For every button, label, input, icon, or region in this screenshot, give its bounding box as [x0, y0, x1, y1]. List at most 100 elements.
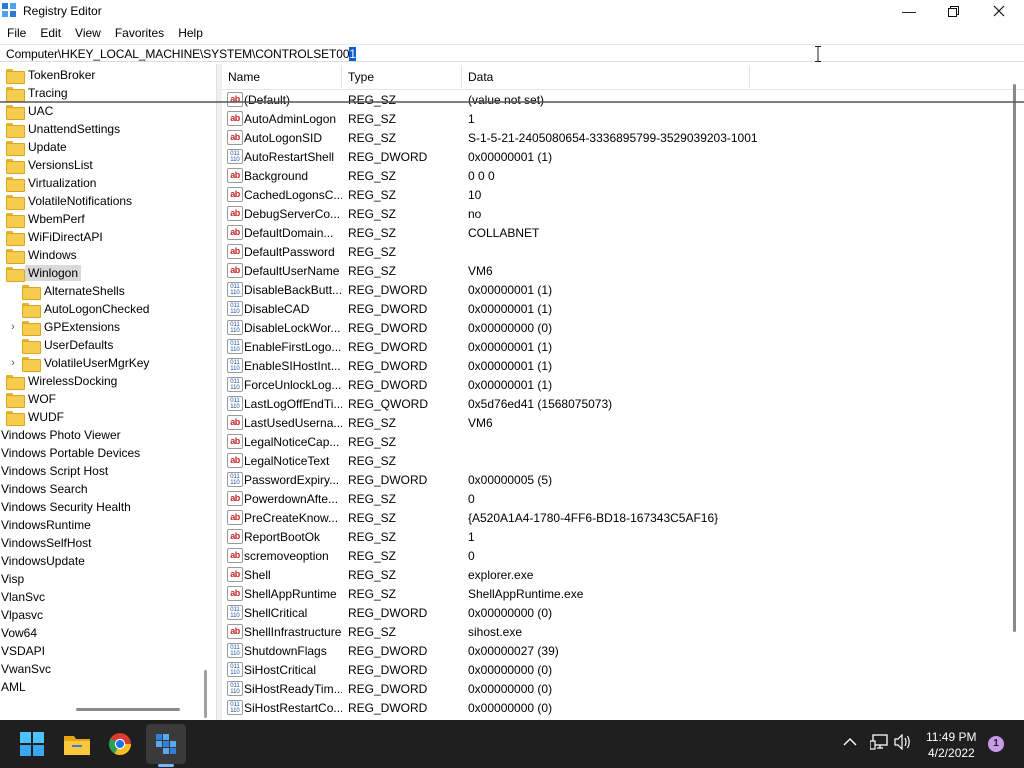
tree-item[interactable]: Vindows Photo Viewer: [1, 426, 121, 444]
tree-item[interactable]: VindowsSelfHost: [1, 534, 92, 552]
column-header-data[interactable]: Data: [468, 70, 493, 84]
clock-date[interactable]: 4/2/2022: [928, 746, 975, 760]
tree-item[interactable]: WiFiDirectAPI: [6, 228, 103, 246]
tree-item[interactable]: Virtualization: [6, 174, 96, 192]
tree-item[interactable]: › GPExtensions: [11, 318, 120, 336]
value-row[interactable]: 011 110 ShutdownFlags REG_DWORD 0x00000027 (…: [222, 641, 1012, 660]
tree-item[interactable]: Update: [6, 138, 67, 156]
tree-item[interactable]: VindowsRuntime: [1, 516, 91, 534]
expand-chevron-icon[interactable]: ›: [8, 357, 18, 369]
values-list-pane[interactable]: Name Type Data ab (Default) REG_SZ (value n…: [222, 64, 1024, 720]
column-header-name[interactable]: Name: [228, 70, 260, 84]
tree-item[interactable]: WUDF: [6, 408, 64, 426]
tree-item[interactable]: Winlogon: [6, 264, 82, 282]
value-row[interactable]: 011 110 SiHostReadyTim... REG_DWORD 0x000000…: [222, 679, 1012, 698]
column-divider[interactable]: [341, 66, 342, 88]
tree-item[interactable]: UnattendSettings: [6, 120, 120, 138]
address-bar[interactable]: Computer\HKEY_LOCAL_MACHINE\SYSTEM\CONTR…: [0, 44, 1024, 62]
list-vertical-scrollbar[interactable]: [1013, 84, 1016, 632]
tree-item[interactable]: Vindows Portable Devices: [1, 444, 140, 462]
menu-help[interactable]: Help: [171, 24, 210, 42]
address-path[interactable]: Computer\HKEY_LOCAL_MACHINE\SYSTEM\CONTR…: [6, 47, 356, 61]
key-tree-pane[interactable]: TokenBroker Tracing UAC UnattendSettings Upd…: [0, 64, 216, 720]
network-button[interactable]: [869, 734, 888, 753]
value-row[interactable]: 011 110 LastLogOffEndTi... REG_QWORD 0x5d76e…: [222, 394, 1012, 413]
tree-horizontal-scrollbar[interactable]: [76, 708, 180, 711]
value-row[interactable]: 011 110 EnableSIHostInt... REG_DWORD 0x00000…: [222, 356, 1012, 375]
value-row[interactable]: ab LastUsedUserna... REG_SZ VM6: [222, 413, 1012, 432]
value-row[interactable]: ab LegalNoticeText REG_SZ: [222, 451, 1012, 470]
value-row[interactable]: ab ReportBootOk REG_SZ 1: [222, 527, 1012, 546]
value-row[interactable]: ab (Default) REG_SZ (value not set): [222, 90, 1012, 109]
tree-item[interactable]: Windows: [6, 246, 77, 264]
value-row[interactable]: 011 110 EnableFirstLogo... REG_DWORD 0x00000…: [222, 337, 1012, 356]
tree-item[interactable]: VolatileNotifications: [6, 192, 132, 210]
value-row[interactable]: ab scremoveoption REG_SZ 0: [222, 546, 1012, 565]
tree-item[interactable]: VindowsUpdate: [1, 552, 85, 570]
start-button[interactable]: [16, 728, 48, 760]
tree-item[interactable]: VwanSvc: [1, 660, 51, 678]
value-row[interactable]: 011 110 PasswordExpiry... REG_DWORD 0x000000…: [222, 470, 1012, 489]
value-row[interactable]: 011 110 DisableBackButt... REG_DWORD 0x00000…: [222, 280, 1012, 299]
tree-item[interactable]: AutoLogonChecked: [22, 300, 149, 318]
value-row[interactable]: 011 110 SiHostRestartCo... REG_DWORD 0x00000…: [222, 698, 1012, 717]
column-divider[interactable]: [749, 66, 750, 88]
expand-chevron-icon[interactable]: ›: [8, 321, 18, 333]
tree-item[interactable]: VersionsList: [6, 156, 93, 174]
tree-item[interactable]: Tracing: [6, 84, 68, 102]
value-row[interactable]: ab LegalNoticeCap... REG_SZ: [222, 432, 1012, 451]
clock-time[interactable]: 11:49 PM: [926, 730, 976, 744]
menu-file[interactable]: File: [0, 24, 33, 42]
value-row[interactable]: ab DefaultUserName REG_SZ VM6: [222, 261, 1012, 280]
tree-item[interactable]: Vow64: [1, 624, 37, 642]
value-row[interactable]: ab AutoAdminLogon REG_SZ 1: [222, 109, 1012, 128]
close-button[interactable]: [976, 0, 1022, 22]
value-row[interactable]: ab ShellAppRuntime REG_SZ ShellAppRuntime.e…: [222, 584, 1012, 603]
tree-item[interactable]: WbemPerf: [6, 210, 85, 228]
value-row[interactable]: 011 110 ShellCritical REG_DWORD 0x00000000 (…: [222, 603, 1012, 622]
menu-edit[interactable]: Edit: [33, 24, 68, 42]
tree-item[interactable]: WOF: [6, 390, 56, 408]
column-divider[interactable]: [461, 66, 462, 88]
taskbar-registry-editor[interactable]: [150, 728, 182, 760]
tree-item[interactable]: Vindows Script Host: [1, 462, 108, 480]
tree-item[interactable]: AlternateShells: [22, 282, 125, 300]
tree-item[interactable]: Vlpasvc: [1, 606, 43, 624]
value-row[interactable]: 011 110 ForceUnlockLog... REG_DWORD 0x000000…: [222, 375, 1012, 394]
value-row[interactable]: 011 110 DisableCAD REG_DWORD 0x00000001 (1): [222, 299, 1012, 318]
value-row[interactable]: ab Background REG_SZ 0 0 0: [222, 166, 1012, 185]
value-row[interactable]: 011 110 AutoRestartShell REG_DWORD 0x0000000…: [222, 147, 1012, 166]
value-row[interactable]: ab Shell REG_SZ explorer.exe: [222, 565, 1012, 584]
column-header-type[interactable]: Type: [348, 70, 374, 84]
value-row[interactable]: ab PreCreateKnow... REG_SZ {A520A1A4-1780-4…: [222, 508, 1012, 527]
value-row[interactable]: ab AutoLogonSID REG_SZ S-1-5-21-2405080654-…: [222, 128, 1012, 147]
value-row[interactable]: 011 110 DisableLockWor... REG_DWORD 0x000000…: [222, 318, 1012, 337]
show-hidden-icons-button[interactable]: [843, 734, 857, 750]
taskbar-file-explorer[interactable]: [61, 728, 93, 760]
menu-view[interactable]: View: [68, 24, 108, 42]
tree-item[interactable]: VSDAPI: [1, 642, 45, 660]
tree-item[interactable]: UAC: [6, 102, 53, 120]
volume-button[interactable]: [894, 733, 912, 753]
tree-item[interactable]: UserDefaults: [22, 336, 113, 354]
notification-badge[interactable]: 1: [988, 736, 1004, 752]
value-row[interactable]: ab ShellInfrastructure REG_SZ sihost.exe: [222, 622, 1012, 641]
tree-item[interactable]: › VolatileUserMgrKey: [11, 354, 149, 372]
tree-item[interactable]: VlanSvc: [1, 588, 45, 606]
tree-item[interactable]: AML: [1, 678, 26, 696]
value-row[interactable]: ab PowerdownAfte... REG_SZ 0: [222, 489, 1012, 508]
tree-vertical-scrollbar[interactable]: [204, 670, 207, 718]
tree-item[interactable]: Vindows Search: [1, 480, 88, 498]
value-row[interactable]: ab DefaultPassword REG_SZ: [222, 242, 1012, 261]
value-row[interactable]: ab DebugServerCo... REG_SZ no: [222, 204, 1012, 223]
value-row[interactable]: ab CachedLogonsC... REG_SZ 10: [222, 185, 1012, 204]
tree-item[interactable]: Visp: [1, 570, 24, 588]
maximize-button[interactable]: [930, 0, 976, 22]
tree-item[interactable]: TokenBroker: [6, 66, 95, 84]
minimize-button[interactable]: —: [886, 0, 932, 22]
tree-item[interactable]: Vindows Security Health: [1, 498, 131, 516]
tree-item[interactable]: WirelessDocking: [6, 372, 117, 390]
taskbar-chrome[interactable]: [104, 728, 136, 760]
value-row[interactable]: ab DefaultDomain... REG_SZ COLLABNET: [222, 223, 1012, 242]
value-row[interactable]: 011 110 SiHostCritical REG_DWORD 0x00000000 …: [222, 660, 1012, 679]
